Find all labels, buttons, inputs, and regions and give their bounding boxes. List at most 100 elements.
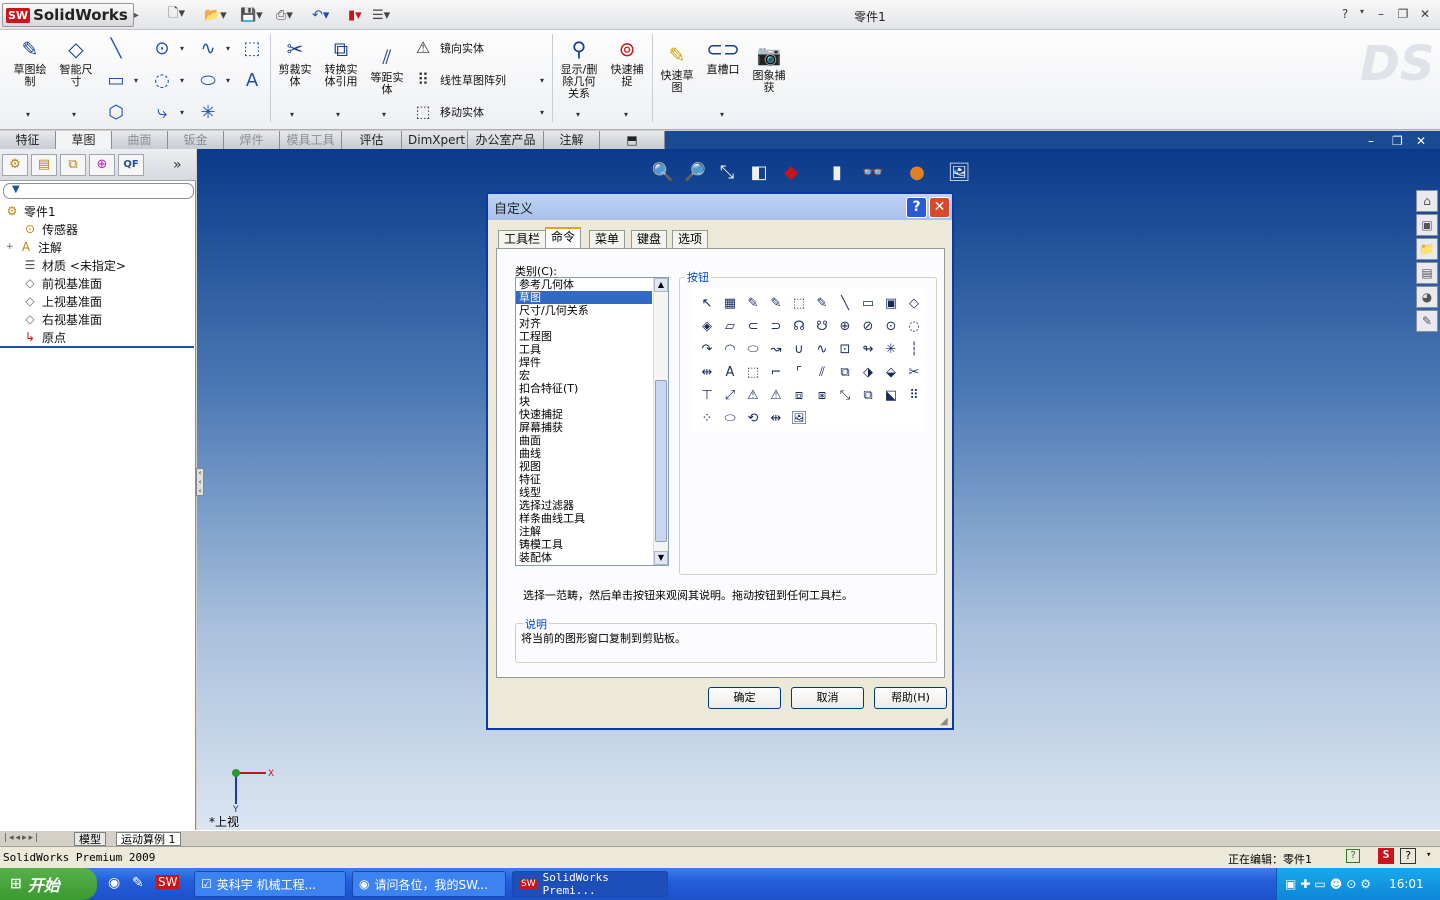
category-item[interactable]: 草图 <box>516 291 652 304</box>
fillet-icon[interactable]: ⤷ <box>150 100 174 124</box>
print-icon[interactable]: ⎙▾ <box>276 6 293 24</box>
center-arc-slot-icon[interactable]: ☋ <box>812 316 832 336</box>
3pt-arc-icon[interactable]: ◠ <box>720 339 740 359</box>
dropdown-arrow-icon[interactable]: ▾ <box>290 110 294 119</box>
dropdown-arrow-icon[interactable]: ▾ <box>576 110 580 119</box>
tab-extra[interactable]: ⬒ <box>600 131 665 149</box>
center-slot-icon[interactable]: ⊃ <box>766 316 786 336</box>
display-style-icon[interactable]: ▮ <box>824 160 850 184</box>
resize-grip-icon[interactable]: ◢ <box>940 716 948 727</box>
ellipse-icon[interactable]: ⬭ <box>743 339 763 359</box>
ellipse-alt-icon[interactable]: ⬭ <box>720 408 740 428</box>
dropdown-arrow-icon[interactable]: ▾ <box>26 110 30 119</box>
parallelogram-alt-icon[interactable]: ▱ <box>720 316 740 336</box>
centerline-icon[interactable]: ┆ <box>904 339 924 359</box>
text-icon[interactable]: A <box>720 362 740 382</box>
status-help-icon[interactable]: ? <box>1346 849 1360 863</box>
spline-icon[interactable]: ∿ <box>196 36 220 60</box>
close-button[interactable]: ✕ <box>1416 7 1434 23</box>
construction-geometry-icon[interactable]: ⬚ <box>240 36 264 60</box>
category-scrollbar[interactable]: ▲ ▼ <box>653 278 668 565</box>
modify-sketch-icon[interactable]: ✎ <box>812 293 832 313</box>
arc-icon[interactable]: ◌ <box>904 316 924 336</box>
property-manager-tab-icon[interactable]: ▤ <box>31 153 57 176</box>
doc-restore-button[interactable]: ❐ <box>1392 134 1403 148</box>
dialog-help-button[interactable]: ? <box>906 197 927 218</box>
convert-icon[interactable]: ⧉ <box>835 362 855 382</box>
category-item[interactable]: 扣合特征(T) <box>516 382 652 395</box>
linear-pattern-icon[interactable]: ⠿ <box>904 385 924 405</box>
extend-icon[interactable]: ⊤ <box>697 385 717 405</box>
view-palette-icon[interactable]: ▤ <box>1416 262 1438 284</box>
image-capture-button[interactable]: 📷 图象捕 获 <box>746 42 792 94</box>
text-icon[interactable]: A <box>240 68 264 92</box>
offset-entities-button[interactable]: ⫽ 等距实 体 <box>364 44 410 96</box>
minimize-button[interactable]: – <box>1372 7 1390 23</box>
custom-properties-icon[interactable]: ✎ <box>1416 310 1438 332</box>
linear-pattern-button[interactable]: ⠿ 线性草图阵列 <box>412 70 506 89</box>
category-item[interactable]: 曲面 <box>516 434 652 447</box>
view-orientation-icon[interactable]: ◆ <box>778 160 804 184</box>
mirror-icon[interactable]: ⇹ <box>697 362 717 382</box>
sketch-icon[interactable]: ✎ <box>743 293 763 313</box>
dropdown-arrow-icon[interactable]: ▾ <box>72 110 76 119</box>
rebuild-icon[interactable]: ▮▾ <box>348 6 362 24</box>
help-button[interactable]: 帮助(H) <box>874 687 947 709</box>
category-item[interactable]: 工程图 <box>516 330 652 343</box>
doc-minimize-button[interactable]: – <box>1368 134 1374 148</box>
cursor-icon[interactable]: ↖ <box>697 293 717 313</box>
plane-icon[interactable]: ⬚ <box>743 362 763 382</box>
category-item[interactable]: 线型 <box>516 486 652 499</box>
tab-weldments[interactable]: 焊件 <box>224 131 280 149</box>
design-library-icon[interactable]: ▣ <box>1416 214 1438 236</box>
display-relations-button[interactable]: ⚲ 显示/删 除几何 关系 <box>556 36 602 100</box>
scroll-down-icon[interactable]: ▼ <box>654 551 668 565</box>
category-item[interactable]: 曲线 <box>516 447 652 460</box>
tree-filter-input[interactable]: ▼ <box>3 183 194 199</box>
taskbar-item-2[interactable]: ◉ 请问各位，我的SW... <box>352 871 506 897</box>
category-item[interactable]: 焊件 <box>516 356 652 369</box>
sketch-picture-icon[interactable]: 🖼 <box>789 408 809 428</box>
intersection-icon[interactable]: ⬗ <box>858 362 878 382</box>
appearances-icon[interactable]: ◕ <box>1416 286 1438 308</box>
previous-view-icon[interactable]: ⤡ <box>714 160 740 184</box>
stretch-icon[interactable]: ⬕ <box>881 385 901 405</box>
tab-evaluate[interactable]: 评估 <box>342 131 402 149</box>
tab-scroll-arrows-icon[interactable]: |◂◂▸▸| <box>4 833 40 843</box>
s-logo-icon[interactable]: S <box>1378 848 1394 864</box>
help-dropdown-icon[interactable]: ▾ <box>1353 7 1371 23</box>
rectangle-icon[interactable]: ▭ <box>104 68 128 92</box>
3pt-rectangle-icon[interactable]: ◇ <box>904 293 924 313</box>
zoom-to-area-icon[interactable]: 🔎 <box>682 160 708 184</box>
home-icon[interactable]: ⌂ <box>1416 190 1438 212</box>
dialog-close-button[interactable]: ✕ <box>929 197 950 218</box>
category-item[interactable]: 宏 <box>516 369 652 382</box>
more-tabs-icon[interactable]: » <box>173 157 182 173</box>
3d-sketch-icon[interactable]: ✎ <box>766 293 786 313</box>
fillet-icon[interactable]: ⌐ <box>766 362 786 382</box>
category-item[interactable]: 选择过滤器 <box>516 499 652 512</box>
dropdown-arrow-icon[interactable]: ▾ <box>134 76 138 85</box>
tab-model[interactable]: 模型 <box>74 832 106 846</box>
spline-on-surface-icon[interactable]: ⊡ <box>835 339 855 359</box>
circle-icon[interactable]: ⊙ <box>150 36 174 60</box>
quick-snaps-button[interactable]: ⊚ 快速捕 捉 <box>604 36 650 88</box>
sketch-on-plane-icon[interactable]: ⬚ <box>789 293 809 313</box>
block-icon[interactable]: ⇹ <box>766 408 786 428</box>
tree-item-origin[interactable]: ↳ 原点 <box>22 328 66 346</box>
taskbar-item-3[interactable]: SW SolidWorks Premi... <box>512 871 668 897</box>
tree-item-sensors[interactable]: ⊙ 传感器 <box>22 220 78 238</box>
rollback-bar[interactable] <box>0 346 194 348</box>
restore-button[interactable]: ❐ <box>1394 7 1412 23</box>
spline-icon[interactable]: ∿ <box>812 339 832 359</box>
dimxpert-manager-tab-icon[interactable]: ⊕ <box>89 153 115 176</box>
category-item[interactable]: 对齐 <box>516 317 652 330</box>
rapid-sketch-button[interactable]: ✎ 快速草 图 <box>654 42 700 94</box>
scale-icon[interactable]: ⤡ <box>835 385 855 405</box>
tree-item-right-plane[interactable]: ◇ 右视基准面 <box>22 310 102 328</box>
tree-item-top-plane[interactable]: ◇ 上视基准面 <box>22 292 102 310</box>
category-item[interactable]: 工具 <box>516 343 652 356</box>
dropdown-arrow-icon[interactable]: ▾ <box>226 44 230 53</box>
category-item[interactable]: 快速捕捉 <box>516 408 652 421</box>
tree-item-material[interactable]: ☰ 材质 <未指定> <box>22 256 126 274</box>
